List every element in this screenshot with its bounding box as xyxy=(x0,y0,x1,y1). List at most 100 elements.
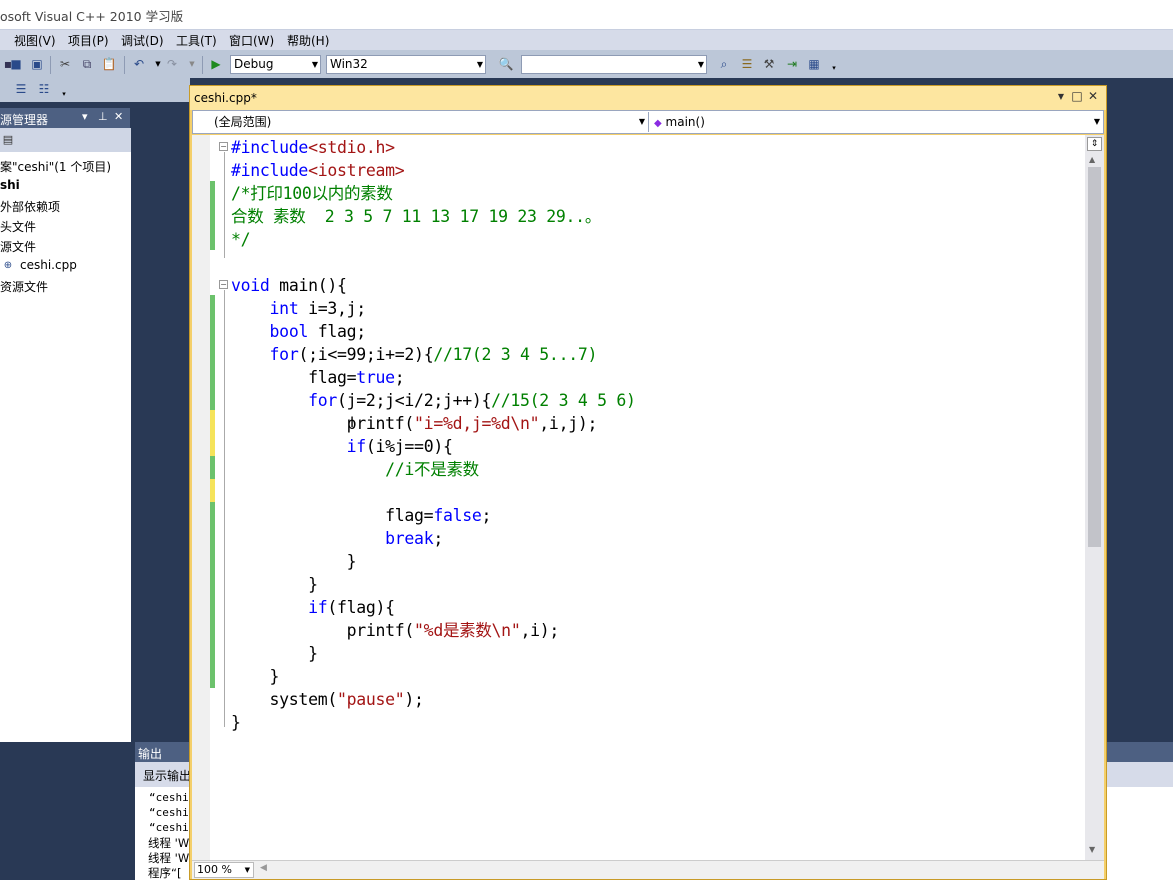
editor-title-bar[interactable]: ceshi.cpp* ▼ □ ✕ xyxy=(190,86,1106,110)
panel-dropdown-icon[interactable]: ▾ xyxy=(82,110,88,123)
editor-tab-title: ceshi.cpp* xyxy=(194,91,257,105)
code-line-3: /*打印100以内的素数 xyxy=(231,184,393,203)
output-title: 输出 xyxy=(138,747,163,761)
tree-item-external-deps[interactable]: 外部依赖项 xyxy=(0,198,60,215)
configuration-select[interactable]: Debug ▼ xyxy=(230,55,321,74)
output-line: 程序“[ xyxy=(148,866,182,880)
pin-icon[interactable]: ⊥ xyxy=(98,110,108,123)
code-editor[interactable]: − − #include<stdio.h> #include<iostream>… xyxy=(192,135,1104,860)
output-header-right xyxy=(1105,742,1173,762)
zoom-select[interactable]: 100 % ▼ xyxy=(194,862,254,878)
solution-explorer-title: 源管理器 xyxy=(0,113,49,127)
save-icon[interactable]: ■ xyxy=(8,56,24,72)
tree-item-ceshi-cpp[interactable]: ceshi.cpp xyxy=(20,258,77,272)
output-body-right xyxy=(1105,787,1173,880)
code-token: if xyxy=(308,598,328,617)
chevron-down-icon: ▼ xyxy=(244,866,250,874)
code-token: "i=%d,j=%d\n" xyxy=(414,414,540,433)
start-page-icon[interactable]: ⇥ xyxy=(784,56,800,72)
tree-item-solution[interactable]: 案"ceshi"(1 个项目) xyxy=(0,158,111,175)
split-icon[interactable]: ⇕ xyxy=(1087,137,1102,151)
code-token: (;i<=99;i+=2){ xyxy=(298,345,434,364)
toolbar-options-icon[interactable]: ▾ xyxy=(826,60,842,76)
menu-project[interactable]: 项目(P) xyxy=(68,32,109,49)
redo-dropdown-icon[interactable]: ▼ xyxy=(184,56,200,72)
find-icon[interactable]: ⌕ xyxy=(716,56,732,72)
scope-dropdown[interactable]: (全局范围) ▼ xyxy=(193,112,649,132)
maximize-icon[interactable]: □ xyxy=(1070,89,1084,103)
window-options-icon[interactable]: ▼ xyxy=(1054,92,1068,101)
extension-icon[interactable]: ▦ xyxy=(806,56,822,72)
code-token: "pause" xyxy=(336,690,405,709)
tools-icon[interactable]: ⚒ xyxy=(761,56,777,72)
undo-icon[interactable]: ↶ xyxy=(131,56,147,72)
redo-icon[interactable]: ↷ xyxy=(164,56,180,72)
scrollbar-thumb[interactable] xyxy=(1088,167,1101,547)
menu-window[interactable]: 窗口(W) xyxy=(229,32,274,49)
code-line-10: for(;i<=99;i+=2){//17(2 3 4 5...7) xyxy=(231,343,598,366)
tree-item-resource-files[interactable]: 资源文件 xyxy=(0,278,48,295)
start-debugging-icon[interactable]: ▶ xyxy=(208,56,224,72)
platform-value: Win32 xyxy=(330,57,368,71)
code-line-8: int i=3,j; xyxy=(231,297,367,320)
find-in-files-icon[interactable]: 🔍 xyxy=(498,56,514,72)
code-line-18: break; xyxy=(231,527,443,550)
close-icon[interactable]: ✕ xyxy=(114,110,123,123)
code-token: ; xyxy=(394,368,405,387)
tree-item-project[interactable]: shi xyxy=(0,178,20,192)
change-bar-saved xyxy=(210,181,215,250)
paste-icon[interactable]: 📋 xyxy=(101,56,117,72)
code-token: void xyxy=(231,276,270,295)
toolbar-options-icon[interactable]: ▾ xyxy=(56,86,72,102)
tree-item-header-files[interactable]: 头文件 xyxy=(0,218,36,235)
collapse-icon[interactable]: − xyxy=(219,142,228,151)
code-token: "%d是素数\n" xyxy=(414,621,521,640)
menu-debug[interactable]: 调试(D) xyxy=(121,32,164,49)
properties-icon[interactable]: ▤ xyxy=(0,132,16,148)
menu-view[interactable]: 视图(V) xyxy=(14,32,56,49)
code-line-14: if(i%j==0){ xyxy=(231,435,453,458)
tree-item-source-files[interactable]: 源文件 xyxy=(0,238,36,255)
code-token: (i%j==0){ xyxy=(365,437,453,456)
cut-icon[interactable]: ✂ xyxy=(57,56,73,72)
output-line: “ceshi xyxy=(149,791,189,804)
menu-bar: 视图(V) 项目(P) 调试(D) 工具(T) 窗口(W) 帮助(H) xyxy=(0,29,1173,50)
code-token: int xyxy=(269,299,299,318)
chevron-down-icon: ▼ xyxy=(311,60,318,69)
vertical-scrollbar[interactable]: ⇕ ▲ ▼ xyxy=(1085,135,1104,860)
code-line-12: for(j=2;j<i/2;j++){//15(2 3 4 5 6) xyxy=(231,389,636,412)
find-combo[interactable]: ▼ xyxy=(521,55,707,74)
save-all-icon[interactable]: ▣ xyxy=(29,56,45,72)
code-line-1: #include<stdio.h> xyxy=(231,136,395,159)
scroll-left-icon[interactable]: ◀ xyxy=(260,863,267,873)
code-line-13: printf("i=%d,j=%d\n",i,j); xyxy=(231,412,598,435)
uncomment-lines-icon[interactable]: ☷ xyxy=(36,81,52,97)
solution-explorer-toolbar: ▤ xyxy=(0,128,131,152)
scroll-down-icon[interactable]: ▼ xyxy=(1089,845,1095,854)
menu-tools[interactable]: 工具(T) xyxy=(176,32,217,49)
scroll-up-icon[interactable]: ▲ xyxy=(1089,155,1095,164)
toolbar-separator xyxy=(202,56,203,74)
method-icon: ◆ xyxy=(654,118,662,129)
zoom-value: 100 % xyxy=(197,863,232,876)
copy-icon[interactable]: ⧉ xyxy=(79,56,95,72)
menu-help[interactable]: 帮助(H) xyxy=(287,32,329,49)
code-line-7: void main(){ xyxy=(231,274,347,297)
chevron-down-icon: ▼ xyxy=(1093,117,1100,126)
collapse-icon[interactable]: − xyxy=(219,280,228,289)
output-line: “ceshi xyxy=(149,821,189,834)
output-pane[interactable]: “ceshi “ceshi “ceshi 线程 'W 线程 'W 程序“[ xyxy=(135,787,195,880)
platform-select[interactable]: Win32 ▼ xyxy=(326,55,486,74)
close-icon[interactable]: ✕ xyxy=(1086,89,1100,103)
properties-icon[interactable]: ☰ xyxy=(739,56,755,72)
code-token: ,i); xyxy=(520,621,559,640)
code-token: ; xyxy=(433,529,443,548)
code-token: <iostream> xyxy=(308,161,405,180)
comment-lines-icon[interactable]: ☰ xyxy=(13,81,29,97)
member-dropdown[interactable]: ◆ main() ▼ xyxy=(650,112,1103,132)
change-bar-saved xyxy=(210,456,215,479)
